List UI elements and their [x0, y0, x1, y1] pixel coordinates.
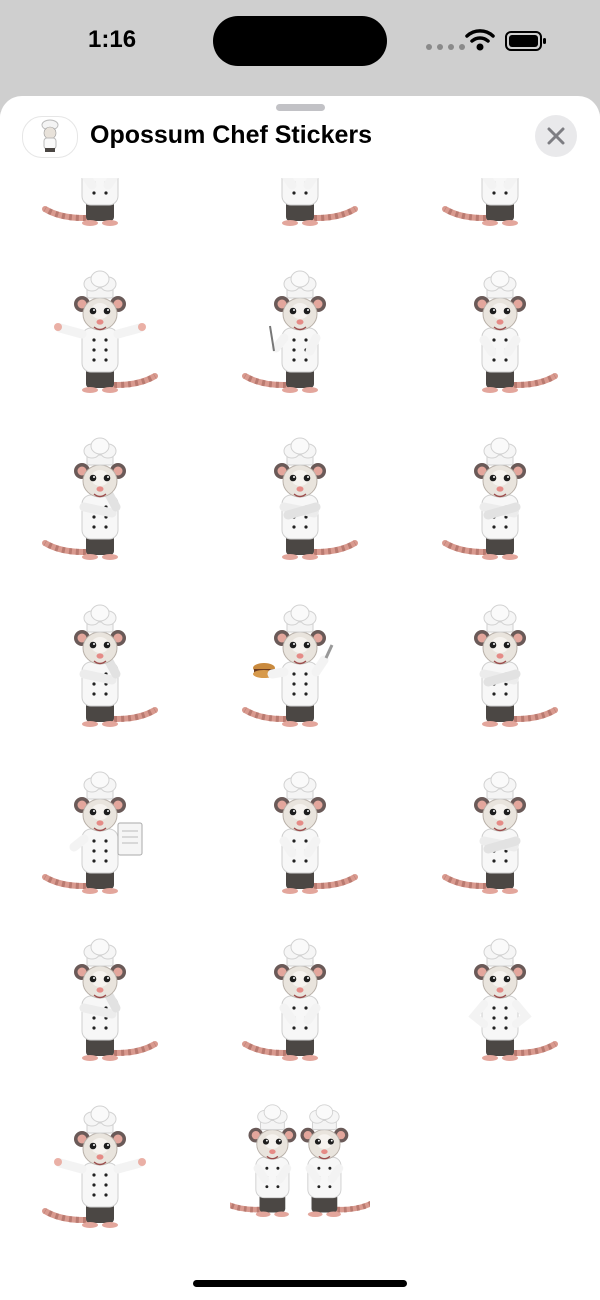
status-time: 1:16 — [88, 26, 137, 53]
sticker-13[interactable] — [0, 748, 200, 915]
sticker-grid — [0, 178, 600, 1249]
opossum-chef-sticker-image — [74, 938, 158, 1061]
sticker-7[interactable] — [0, 414, 200, 581]
close-icon — [547, 127, 565, 145]
sticker-14[interactable] — [200, 748, 400, 915]
opossum-chef-sticker-image — [274, 437, 358, 560]
opossum-chef-sticker-image — [54, 270, 158, 393]
sticker-9[interactable] — [400, 414, 600, 581]
opossum-chef-sticker-image — [42, 771, 143, 894]
sticker-3[interactable] — [400, 178, 600, 247]
sticker-12[interactable] — [400, 581, 600, 748]
sticker-2[interactable] — [200, 178, 400, 247]
wifi-icon — [465, 29, 495, 51]
opossum-chef-sticker-image — [474, 604, 558, 727]
sticker-8[interactable] — [200, 414, 400, 581]
opossum-chef-sticker-image — [42, 437, 126, 560]
sticker-18[interactable] — [400, 915, 600, 1082]
sticker-17[interactable] — [200, 915, 400, 1082]
home-indicator — [193, 1280, 407, 1287]
opossum-chef-sticker-image — [274, 771, 358, 894]
sticker-scroll-area[interactable] — [0, 178, 600, 1278]
sticker-sheet: Opossum Chef Stickers — [0, 96, 600, 1300]
battery-icon — [505, 31, 546, 51]
sheet-title: Opossum Chef Stickers — [90, 121, 373, 149]
opossum-chef-sticker-image — [281, 178, 358, 226]
opossum-chef-sticker-image — [42, 1105, 146, 1228]
sticker-11[interactable] — [200, 581, 400, 748]
cellular-signal-icon — [426, 44, 465, 50]
status-bar: 1:16 — [0, 0, 600, 84]
opossum-chef-icon — [41, 119, 59, 152]
dynamic-island — [213, 16, 387, 66]
sticker-16[interactable] — [0, 915, 200, 1082]
sticker-20[interactable] — [200, 1082, 400, 1249]
sticker-19[interactable] — [0, 1082, 200, 1249]
opossum-chef-sticker-image — [474, 270, 558, 393]
opossum-chef-sticker-image — [74, 604, 158, 727]
close-button[interactable] — [535, 115, 577, 157]
sticker-4[interactable] — [0, 247, 200, 414]
opossum-chef-sticker-image — [242, 604, 334, 727]
sticker-15[interactable] — [400, 748, 600, 915]
opossum-chef-sticker-image — [468, 938, 558, 1061]
sticker-1[interactable] — [0, 178, 200, 247]
sticker-10[interactable] — [0, 581, 200, 748]
sticker-6[interactable] — [400, 247, 600, 414]
opossum-chef-sticker-image — [442, 437, 526, 560]
sheet-grabber[interactable] — [276, 104, 325, 111]
sheet-header: Opossum Chef Stickers — [0, 112, 600, 172]
sticker-5[interactable] — [200, 247, 400, 414]
opossum-chef-sticker-image — [42, 178, 119, 226]
app-icon — [22, 116, 78, 158]
opossum-chef-sticker-image — [442, 178, 519, 226]
opossum-chef-sticker-image — [230, 1103, 370, 1217]
opossum-chef-sticker-image — [242, 938, 326, 1061]
opossum-chef-sticker-image — [442, 771, 526, 894]
opossum-chef-sticker-image — [242, 270, 326, 393]
